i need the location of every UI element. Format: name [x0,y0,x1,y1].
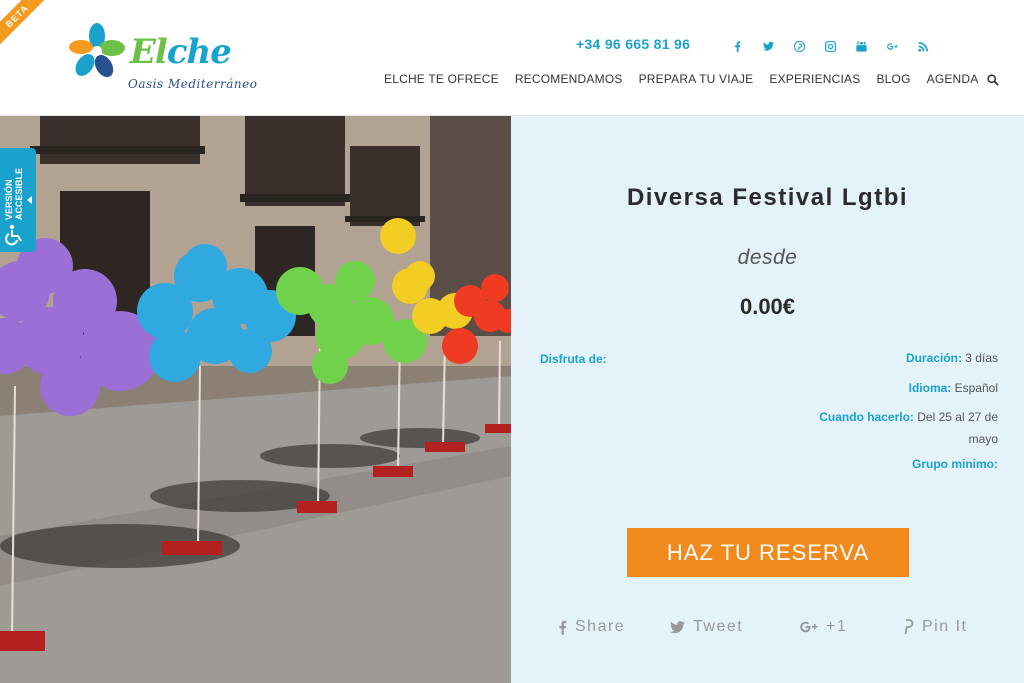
share-pinterest-button[interactable]: Pin It [902,618,967,636]
event-price: 0.00€ [739,294,796,319]
pinterest-icon[interactable] [784,38,815,54]
main-nav: ELCHE TE OFRECE RECOMENDAMOS PREPARA TU … [384,72,999,86]
logo-tagline: Oasis Mediterráneo [128,77,258,91]
phone-number[interactable]: +34 96 665 81 96 [576,36,690,52]
share-twitter-label: Tweet [693,618,744,635]
twitter-icon [670,620,685,633]
nav-item-prepara-tu-viaje[interactable]: PREPARA TU VIAJE [639,72,754,86]
nav-item-blog[interactable]: BLOG [876,72,910,86]
share-twitter-button[interactable]: Tweet [670,618,743,636]
search-icon[interactable] [986,74,999,86]
instagram-icon[interactable] [815,38,846,54]
event-title: Diversa Festival Lgtbi [626,184,909,211]
accessible-version-label: VERSIÓN ACCESIBLE [4,167,24,220]
duration-row: Duración: 3 días [788,350,998,366]
when-row: Cuando hacerlo: Del 25 al 27 de mayo [788,406,998,450]
price-from-label: desde [737,246,798,269]
facebook-icon[interactable] [722,38,753,54]
beta-badge: BETA [0,0,48,47]
accessible-version-tab[interactable]: VERSIÓN ACCESIBLE [0,148,36,252]
language-value: Español [954,381,998,395]
event-photo [0,116,511,683]
event-details: Duración: 3 días Idioma: Español Cuando … [788,350,998,486]
nav-item-recomendamos[interactable]: RECOMENDAMOS [515,72,623,86]
share-gplus-button[interactable]: +1 [800,618,847,636]
when-value: Del 25 al 27 de mayo [917,410,998,446]
reserve-button[interactable]: HAZ TU RESERVA [627,528,909,577]
share-facebook-label: Share [575,618,626,635]
duration-value: 3 días [965,351,998,365]
nav-item-elche-te-ofrece[interactable]: ELCHE TE OFRECE [384,72,499,86]
share-bar: Share Tweet +1 Pin It [511,618,1024,638]
nav-item-experiencias[interactable]: EXPERIENCIAS [769,72,860,86]
event-info-panel: Diversa Festival Lgtbi desde 0.00€ Disfr… [511,116,1024,683]
site-header: BETA Elche Oasis Mediterráneo +34 96 665… [0,0,1024,116]
share-pinterest-label: Pin It [922,618,968,635]
duration-label: Duración: [905,351,962,365]
flower-logo-icon [69,23,125,78]
wheelchair-icon [5,224,22,246]
page: BETA Elche Oasis Mediterráneo +34 96 665… [0,0,1024,683]
google-plus-icon [800,621,818,633]
group-label: Grupo minimo: [912,457,998,471]
share-facebook-button[interactable]: Share [558,618,625,636]
pinterest-icon [904,619,914,635]
logo-wordmark: Elche [130,32,232,72]
when-label: Cuando hacerlo: [819,410,914,424]
elche-logo[interactable]: Elche Oasis Mediterráneo [68,22,268,96]
language-row: Idioma: Español [788,380,998,396]
group-row: Grupo minimo: [788,456,998,472]
google-plus-icon[interactable] [877,38,908,54]
chevron-left-icon [27,196,32,204]
social-links [722,38,939,54]
language-label: Idioma: [908,381,952,395]
enjoy-label: Disfruta de: [540,352,607,366]
nav-item-agenda[interactable]: AGENDA [927,72,979,86]
twitter-icon[interactable] [753,38,784,54]
share-gplus-label: +1 [826,618,848,635]
rss-icon[interactable] [908,38,939,54]
youtube-icon[interactable] [846,38,877,54]
facebook-icon [559,620,567,635]
